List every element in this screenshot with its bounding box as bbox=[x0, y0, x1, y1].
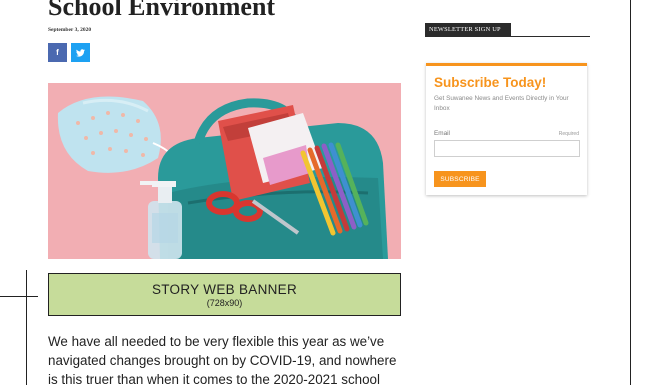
subscribe-card: Subscribe Today! Get Suwanee News and Ev… bbox=[426, 63, 587, 195]
newsletter-section-rule bbox=[425, 36, 590, 37]
article-hero-image bbox=[48, 83, 401, 259]
twitter-share-button[interactable] bbox=[71, 43, 90, 62]
email-field-label: Email bbox=[434, 130, 450, 137]
subscribe-card-title: Subscribe Today! bbox=[434, 75, 547, 90]
article-date: September 3, 2020 bbox=[48, 27, 92, 33]
article-body-line: is this truer than when it comes to the … bbox=[48, 372, 380, 385]
facebook-icon: f bbox=[56, 48, 59, 57]
frame-line-right bbox=[630, 0, 631, 385]
frame-line-left bbox=[26, 270, 27, 385]
story-web-banner[interactable]: STORY WEB BANNER (728x90) bbox=[48, 273, 401, 316]
article-title: School Environment bbox=[48, 0, 276, 21]
banner-title: STORY WEB BANNER bbox=[151, 281, 298, 297]
subscribe-button[interactable]: SUBSCRIBE bbox=[434, 171, 486, 187]
backpack-illustration bbox=[48, 83, 401, 259]
facebook-share-button[interactable]: f bbox=[48, 43, 67, 62]
email-required-label: Required bbox=[558, 131, 579, 137]
article-body-line: We have all needed to be very flexible t… bbox=[48, 334, 385, 349]
banner-size: (728x90) bbox=[206, 297, 243, 308]
article-body-line: navigated changes brought on by COVID-19… bbox=[48, 353, 397, 368]
banner-callout-line bbox=[0, 296, 38, 297]
subscribe-card-subtitle: Get Suwanee News and Events Directly in … bbox=[434, 95, 569, 112]
email-field[interactable] bbox=[434, 140, 580, 157]
newsletter-section-tab: NEWSLETTER SIGN UP bbox=[425, 23, 511, 36]
article-body: We have all needed to be very flexible t… bbox=[48, 332, 408, 385]
twitter-icon bbox=[76, 48, 85, 57]
